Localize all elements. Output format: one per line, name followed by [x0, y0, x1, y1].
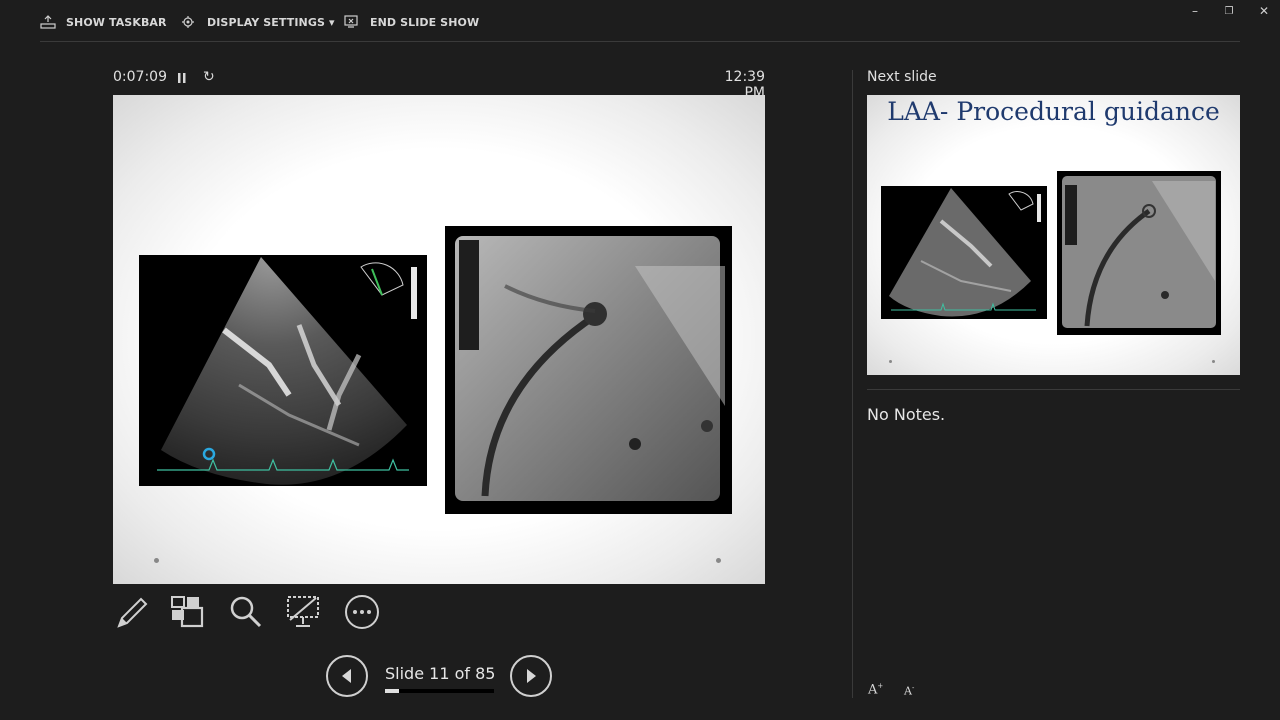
notes-divider	[867, 389, 1240, 390]
next-slide-title: LAA- Procedural guidance	[887, 97, 1220, 126]
zoom-icon[interactable]	[228, 594, 264, 630]
slide-progress-fill	[385, 689, 400, 693]
close-icon[interactable]: ✕	[1256, 4, 1272, 18]
slide-progress-bar	[385, 689, 494, 693]
end-slide-show-label: END SLIDE SHOW	[370, 15, 480, 29]
black-screen-icon[interactable]	[285, 594, 321, 630]
speaker-notes: No Notes.	[867, 405, 946, 424]
show-taskbar-label: SHOW TASKBAR	[66, 15, 167, 29]
end-slide-show-button[interactable]: END SLIDE SHOW	[344, 14, 479, 30]
more-options-icon[interactable]	[344, 594, 380, 630]
slide-counter[interactable]: Slide 11 of 85	[385, 664, 495, 683]
next-echocardiogram-image	[881, 186, 1047, 319]
previous-slide-button[interactable]	[326, 655, 368, 697]
end-show-icon	[344, 15, 358, 28]
slide-dot-left	[154, 558, 159, 563]
next-slide-preview[interactable]: LAA- Procedural guidance	[867, 95, 1240, 375]
increase-font-button[interactable]: A+	[868, 682, 883, 697]
display-settings-label: DISPLAY SETTINGS ▾	[207, 15, 335, 29]
gear-monitor-icon	[182, 16, 194, 28]
pause-icon[interactable]	[176, 70, 188, 86]
minimize-icon[interactable]: –	[1187, 4, 1203, 18]
current-slide[interactable]	[113, 95, 765, 584]
restart-timer-icon[interactable]: ↻	[203, 69, 215, 85]
restore-icon[interactable]: ❐	[1221, 6, 1237, 17]
slide-navigation: Slide 11 of 85	[326, 655, 556, 697]
next-slide-dot-left	[889, 360, 892, 363]
show-taskbar-button[interactable]: SHOW TASKBAR	[40, 14, 167, 30]
next-fluoroscopy-image	[1057, 171, 1221, 335]
display-settings-button[interactable]: DISPLAY SETTINGS ▾	[181, 14, 335, 30]
elapsed-timer: 0:07:09	[113, 69, 167, 85]
chevron-right-icon	[527, 669, 536, 683]
slide-dot-right	[716, 558, 721, 563]
decrease-font-button[interactable]: A-	[904, 684, 914, 698]
pen-icon[interactable]	[113, 594, 149, 630]
top-toolbar: SHOW TASKBAR DISPLAY SETTINGS ▾ END SLID…	[0, 0, 1280, 42]
panel-divider	[852, 70, 853, 698]
toolbar-divider	[40, 41, 1240, 42]
next-slide-label: Next slide	[867, 69, 937, 85]
next-slide-button[interactable]	[510, 655, 552, 697]
echocardiogram-image	[139, 255, 427, 486]
chevron-left-icon	[342, 669, 351, 683]
next-slide-dot-right	[1212, 360, 1215, 363]
slides-grid-icon[interactable]	[170, 594, 206, 630]
taskbar-icon	[40, 15, 56, 29]
fluoroscopy-image	[445, 226, 732, 514]
